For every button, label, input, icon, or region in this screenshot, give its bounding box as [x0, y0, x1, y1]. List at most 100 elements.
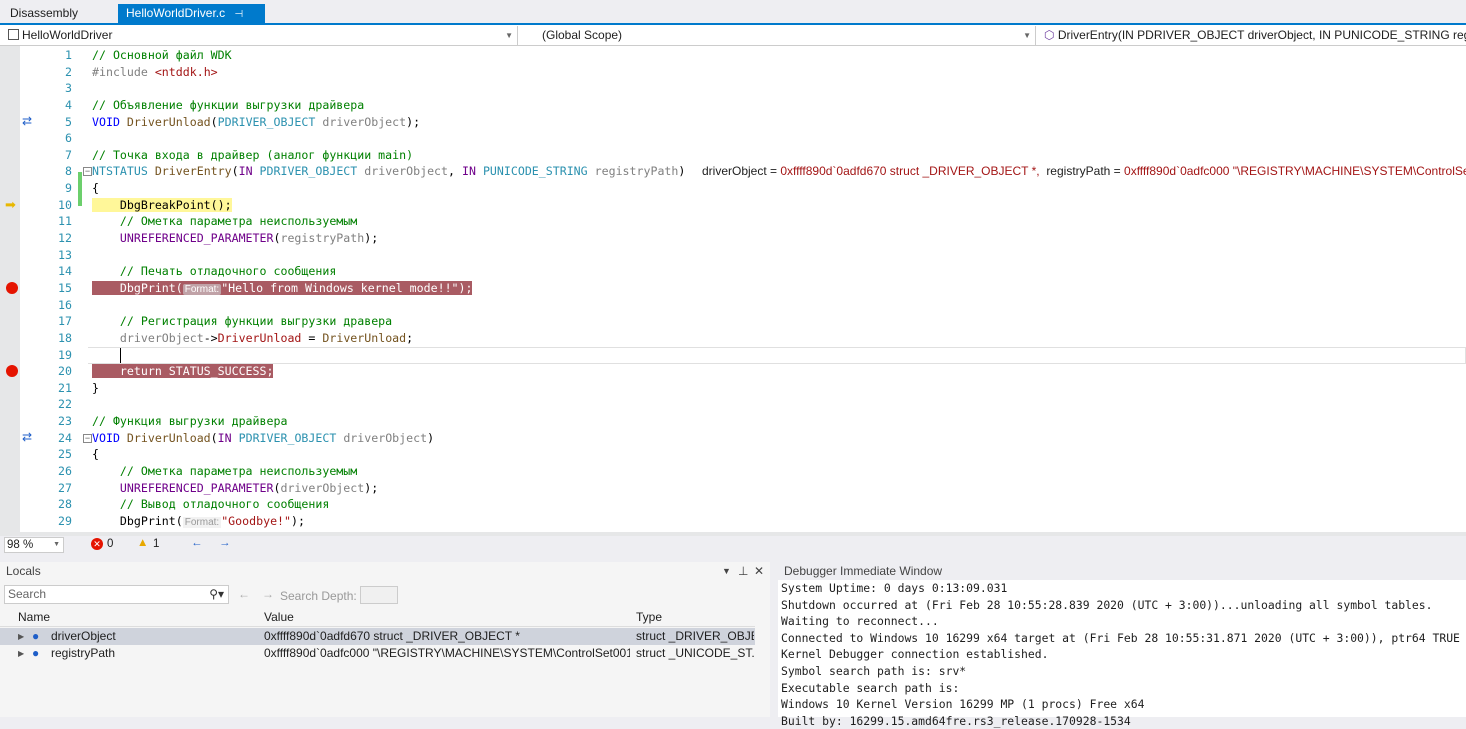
immediate-output-line: Executable search path is: [781, 680, 960, 695]
local-type: struct _UNICODE_ST... [636, 646, 754, 660]
line-number: 23 [58, 414, 72, 429]
definition-link-icon[interactable]: ⇄ [22, 114, 32, 128]
debugger-immediate-window[interactable]: Debugger Immediate Window System Uptime:… [778, 562, 1466, 728]
editor-status-bar: 98 % ▼ ✕ 0 ▲ 1 ← → [0, 536, 1466, 554]
immediate-title: Debugger Immediate Window [778, 562, 1466, 580]
code-token: DriverUnload [217, 330, 302, 345]
code-token: Format: [182, 516, 222, 528]
code-line[interactable]: DbgBreakPoint(); [92, 197, 232, 214]
local-value[interactable]: 0xffff890d`0adfc000 "\REGISTRY\MACHINE\S… [264, 645, 630, 662]
line-number: 11 [58, 214, 72, 229]
tab-helloworlddriver[interactable]: HelloWorldDriver.c ⊣ ✕ [118, 4, 265, 40]
error-icon[interactable]: ✕ [91, 538, 103, 550]
code-line[interactable]: DbgPrint(Format: "Goodbye!"); [92, 513, 305, 530]
locals-row[interactable]: ▶ ● registryPath 0xffff890d`0adfc000 "\REGI… [0, 645, 755, 662]
code-token: #include [92, 64, 155, 79]
code-line[interactable]: DbgPrint(Format: "Hello from Windows kern… [92, 280, 473, 297]
variable-icon: ● [32, 629, 40, 643]
back-icon[interactable]: ← [238, 587, 250, 601]
column-header-value[interactable]: Value [264, 609, 294, 626]
code-line[interactable]: // Вывод отладочного сообщения [92, 496, 329, 513]
code-token: UNREFERENCED_PARAMETER [92, 480, 274, 495]
line-number: 12 [58, 231, 72, 246]
code-line[interactable]: UNREFERENCED_PARAMETER(driverObject); [92, 480, 378, 497]
project-dropdown[interactable]: HelloWorldDriver ▼ [4, 26, 518, 45]
code-token: ( [210, 114, 218, 129]
datatip-name: driverObject = [702, 164, 781, 178]
collapse-icon[interactable]: − [83, 167, 92, 177]
search-placeholder: Search [8, 587, 47, 601]
zoom-dropdown[interactable]: 98 % ▼ [4, 537, 64, 553]
line-number: 14 [58, 264, 72, 279]
locals-search-input[interactable]: Search ⚲▾ [4, 585, 229, 604]
project-label: HelloWorldDriver [22, 28, 113, 42]
document-tabs: Disassembly HelloWorldDriver.c ⊣ ✕ [0, 0, 1466, 40]
code-line[interactable]: VOID DriverUnload(IN PDRIVER_OBJECT driv… [92, 430, 434, 447]
line-number: 20 [58, 364, 72, 379]
line-number: 7 [65, 147, 72, 162]
column-header-name[interactable]: Name [18, 609, 50, 626]
code-line[interactable]: // Регистрация функции выгрузки дравера [92, 313, 392, 330]
warning-icon[interactable]: ▲ [137, 537, 148, 549]
function-dropdown[interactable]: ⬡ DriverEntry(IN PDRIVER_OBJECT driverOb… [1040, 26, 1466, 45]
code-token: DbgPrint( [92, 513, 183, 528]
line-number: 18 [58, 330, 72, 345]
local-name: registryPath [51, 646, 116, 660]
code-token: ); [291, 513, 305, 528]
immediate-output-line: Symbol search path is: srv* [781, 663, 967, 678]
code-line[interactable]: driverObject->DriverUnload = DriverUnloa… [92, 330, 413, 347]
code-line[interactable]: { [92, 180, 99, 197]
expand-icon[interactable]: ▶ [18, 645, 24, 662]
code-line[interactable]: // Основной файл WDK [92, 47, 232, 64]
code-token: ( [231, 164, 239, 179]
search-depth-dropdown[interactable] [360, 586, 398, 604]
code-token: "Goodbye!" [221, 513, 292, 528]
code-token: ); [364, 480, 379, 495]
arrow-right-icon[interactable]: → [219, 537, 231, 549]
code-line[interactable]: #include <ntddk.h> [92, 64, 218, 81]
code-token: VOID [92, 114, 127, 129]
error-count[interactable]: 0 [107, 538, 113, 550]
expand-icon[interactable]: ▶ [18, 628, 24, 645]
code-line[interactable]: // Ометка параметра неиспользуемым [92, 213, 357, 230]
tab-disassembly[interactable]: Disassembly [2, 4, 86, 23]
definition-link-icon[interactable]: ⇄ [22, 430, 32, 444]
code-line[interactable]: return STATUS_SUCCESS; [92, 363, 274, 380]
code-line[interactable]: // Точка входа в драйвер (аналог функции… [92, 147, 413, 164]
code-line[interactable]: // Печать отладочного сообщения [92, 263, 336, 280]
immediate-output-line: Waiting to reconnect... [781, 614, 939, 629]
collapse-icon[interactable]: − [83, 433, 92, 443]
line-number: 8 [65, 164, 72, 179]
close-icon[interactable]: ✕ [754, 562, 764, 580]
local-value[interactable]: 0xffff890d`0adfd670 struct _DRIVER_OBJEC… [264, 628, 630, 645]
code-token: , [448, 164, 462, 179]
forward-icon[interactable]: → [262, 587, 274, 601]
line-number: 9 [65, 181, 72, 196]
code-line[interactable]: } [92, 380, 99, 397]
code-editor[interactable]: 1 // Основной файл WDK 2 #include <ntddk.h>… [0, 46, 1466, 536]
project-icon [8, 29, 19, 40]
pin-icon[interactable]: ⊥ [738, 562, 748, 580]
dropdown-icon[interactable]: ▼ [722, 562, 731, 580]
code-token: UNREFERENCED_PARAMETER [92, 231, 274, 246]
code-line[interactable]: { [92, 446, 99, 463]
immediate-output-line: Windows 10 Kernel Version 16299 MP (1 pr… [781, 697, 1145, 712]
code-line[interactable]: VOID DriverUnload(PDRIVER_OBJECT driverO… [92, 114, 420, 131]
datatip-value: 0xffff890d`0adfd670 struct _DRIVER_OBJEC… [780, 164, 1040, 178]
code-line[interactable]: // Ометка параметра неиспользуемым [92, 463, 357, 480]
scope-dropdown[interactable]: (Global Scope) ▼ [522, 26, 1036, 45]
code-token: } [92, 380, 99, 395]
column-header-type[interactable]: Type [636, 609, 662, 626]
locals-row[interactable]: ▶ ● driverObject 0xffff890d`0adfd670 struct… [0, 628, 755, 645]
line-number: 25 [58, 447, 72, 462]
code-line[interactable]: // Объявление функции выгрузки драйвера [92, 97, 364, 114]
code-line[interactable]: UNREFERENCED_PARAMETER(registryPath); [92, 230, 378, 247]
breakpoint-icon[interactable] [6, 281, 18, 294]
arrow-left-icon[interactable]: ← [191, 537, 203, 549]
warning-count[interactable]: 1 [153, 538, 159, 550]
pin-icon[interactable]: ⊣ [234, 9, 243, 20]
code-token: ; [406, 330, 414, 345]
code-line[interactable]: NTSTATUS DriverEntry(IN PDRIVER_OBJECT d… [92, 163, 685, 180]
code-token: driverObject [92, 330, 204, 345]
code-line[interactable]: // Функция выгрузки драйвера [92, 413, 287, 430]
